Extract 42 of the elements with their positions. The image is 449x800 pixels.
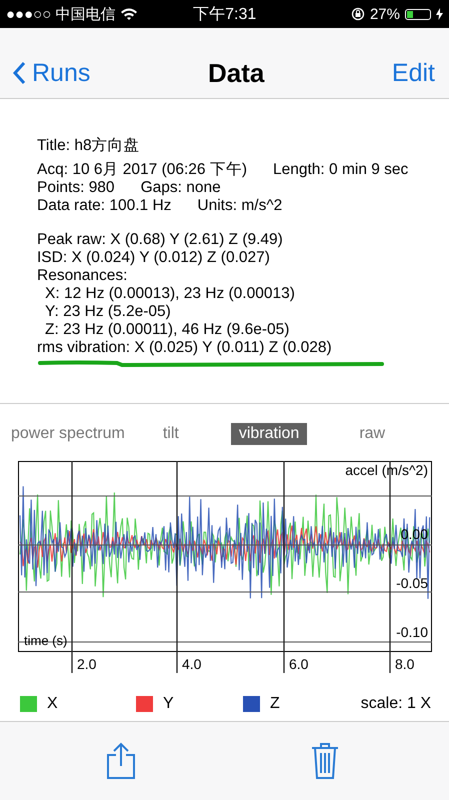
stat-text: Peak raw: X (0.68) Y (2.61) Z (9.49) <box>37 231 284 249</box>
info-text: Units: m/s^2 <box>197 197 282 215</box>
delete-button[interactable] <box>311 742 339 780</box>
battery-percent: 27% <box>370 6 400 22</box>
chart-tab[interactable]: tilt <box>154 423 187 445</box>
wifi-icon <box>120 7 138 21</box>
legend-label: Z <box>270 695 280 713</box>
stat-text: Resonances: <box>37 267 128 285</box>
info-text: Points: 980 <box>37 179 115 197</box>
stat-text: Z: 23 Hz (0.00011), 46 Hz (9.6e-05) <box>44 321 290 339</box>
edit-button[interactable]: Edit <box>392 58 435 88</box>
stat-text: ISD: X (0.024) Y (0.012) Z (0.027) <box>37 249 271 267</box>
x-tick-label: 2.0 <box>77 656 96 672</box>
y-tick-label: -0.10 <box>396 624 428 640</box>
info-text: Gaps: none <box>140 179 221 197</box>
nav-title: Data <box>208 58 264 88</box>
share-button[interactable] <box>106 742 136 780</box>
run-title: Title: h8方向盘 <box>37 137 141 155</box>
back-chevron-icon <box>12 61 26 85</box>
battery-icon <box>404 8 431 20</box>
rotation-lock-icon <box>350 7 365 21</box>
status-time: 下午7:31 <box>193 4 256 24</box>
carrier-name: ●●●○○ 中国电信 <box>6 4 116 24</box>
stat-text: Y: 23 Hz (5.2e-05) <box>44 303 172 321</box>
share-icon <box>106 742 136 780</box>
legend-label: Y <box>163 695 174 713</box>
scale-label: scale: 1 X <box>360 695 431 713</box>
x-tick-label: 6.0 <box>289 656 308 672</box>
legend-label: X <box>47 695 58 713</box>
chart-tab[interactable]: raw <box>351 423 394 445</box>
info-text: Acq: 10 6月 2017 (06:26 下午) <box>37 161 248 179</box>
trash-icon <box>311 742 339 780</box>
stat-text: X: 12 Hz (0.00013), 23 Hz (0.00013) <box>44 285 296 303</box>
chart-tab[interactable]: vibration <box>230 423 308 445</box>
x-tick-label: 4.0 <box>182 656 202 672</box>
info-text: Data rate: 100.1 Hz <box>37 197 172 215</box>
chart-tab[interactable]: power spectrum <box>11 423 133 445</box>
stat-text: rms vibration: X (0.025) Y (0.011) Z (0.028) <box>37 339 333 357</box>
info-text: Length: 0 min 9 sec <box>273 161 408 179</box>
back-button[interactable]: Runs <box>12 58 90 88</box>
y-tick-label: -0.05 <box>396 575 428 591</box>
x-tick-label: 8.0 <box>395 656 414 672</box>
